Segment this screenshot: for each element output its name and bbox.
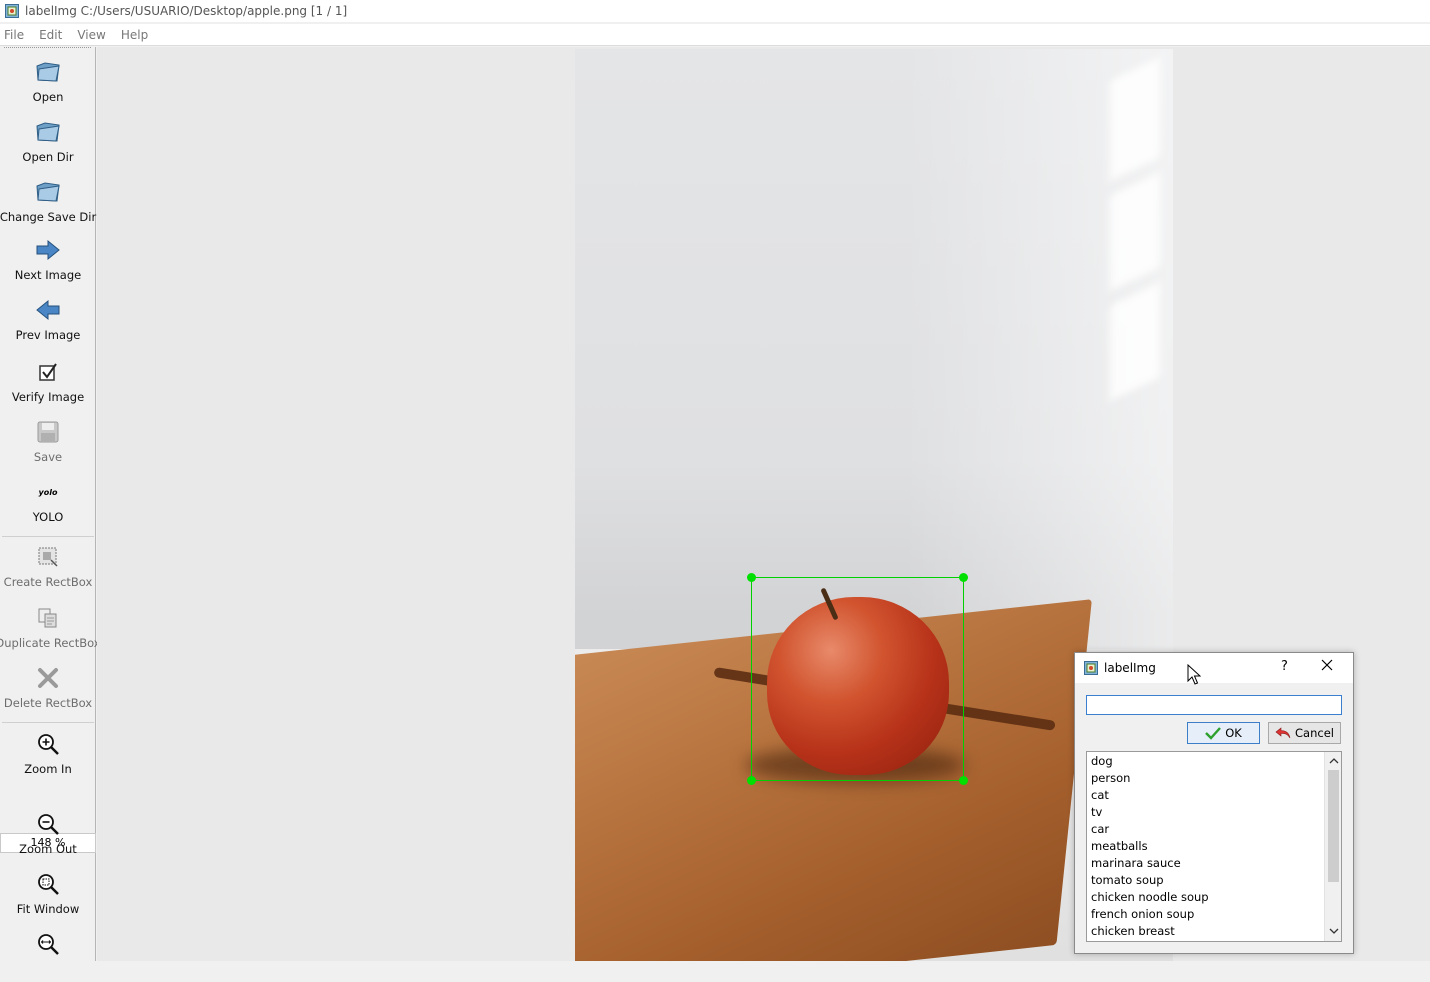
list-item[interactable]: dog <box>1087 753 1341 770</box>
duplicate-rectbox-label: Duplicate RectBox <box>0 636 101 650</box>
delete-rectbox-button[interactable]: Delete RectBox <box>0 656 96 716</box>
open-dir-button[interactable]: Open Dir <box>0 110 96 170</box>
yolo-button[interactable]: yolo YOLO <box>0 470 96 530</box>
zoom-in-icon <box>34 730 62 758</box>
list-item[interactable]: cat <box>1087 787 1341 804</box>
yolo-icon: yolo <box>34 478 62 506</box>
fit-window-button[interactable]: Fit Window <box>0 862 96 922</box>
zoom-out-button[interactable]: Zoom Out <box>0 802 96 862</box>
toolbar-grip[interactable] <box>4 47 91 48</box>
label-list[interactable]: dog person cat tv car meatballs marinara… <box>1086 751 1342 942</box>
verify-image-button[interactable]: Verify Image <box>0 350 96 410</box>
help-button[interactable]: ? <box>1281 659 1288 674</box>
bbox-handle-bottom-right[interactable] <box>959 776 968 785</box>
dialog-title: labelImg <box>1104 661 1156 675</box>
change-save-dir-label: Change Save Dir <box>0 210 97 224</box>
cancel-label: Cancel <box>1295 726 1334 740</box>
checkbox-icon <box>34 358 62 386</box>
bbox-handle-top-left[interactable] <box>747 573 756 582</box>
folder-open-icon <box>34 178 62 206</box>
bbox-handle-bottom-left[interactable] <box>747 776 756 785</box>
fit-width-icon <box>34 930 62 958</box>
left-toolbar: Open Open Dir Change Save Dir Next Image… <box>0 47 101 961</box>
list-item[interactable]: person <box>1087 770 1341 787</box>
create-rectbox-label: Create RectBox <box>3 575 93 589</box>
list-item[interactable]: chicken breast <box>1087 923 1341 940</box>
fit-width-button[interactable] <box>0 922 96 982</box>
prev-image-button[interactable]: Prev Image <box>0 288 96 348</box>
floppy-disk-icon <box>34 418 62 446</box>
undo-arrow-icon <box>1275 727 1291 739</box>
fit-window-label: Fit Window <box>16 902 80 916</box>
wall-light <box>575 49 1173 669</box>
title-bar: labelImg C:/Users/USUARIO/Desktop/apple.… <box>0 0 1430 22</box>
next-image-label: Next Image <box>14 268 82 282</box>
prev-image-label: Prev Image <box>15 328 81 342</box>
zoom-in-button[interactable]: Zoom In <box>0 722 96 782</box>
label-dialog: labelImg ? OK Cancel dog person cat tv c… <box>1074 652 1354 954</box>
zoom-in-label: Zoom In <box>24 762 72 776</box>
open-dir-label: Open Dir <box>22 150 74 164</box>
duplicate-rectbox-button[interactable]: Duplicate RectBox <box>0 596 101 656</box>
list-item[interactable]: car <box>1087 821 1341 838</box>
checkmark-icon <box>1205 727 1222 740</box>
zoom-out-icon <box>34 810 62 838</box>
next-image-button[interactable]: Next Image <box>0 228 96 288</box>
list-item[interactable]: meatballs <box>1087 838 1341 855</box>
arrow-left-icon <box>34 296 62 324</box>
menu-help[interactable]: Help <box>116 28 154 42</box>
yolo-label: YOLO <box>32 510 64 524</box>
copy-icon <box>34 604 62 632</box>
create-rectbox-icon <box>34 543 62 571</box>
list-scrollbar[interactable] <box>1324 752 1341 941</box>
list-item[interactable]: marinara sauce <box>1087 855 1341 872</box>
menu-view[interactable]: View <box>72 28 111 42</box>
verify-image-label: Verify Image <box>11 390 85 404</box>
folder-open-icon <box>34 118 62 146</box>
menu-bar: File Edit View Help <box>0 24 1430 46</box>
list-item[interactable]: chicken noodle soup <box>1087 889 1341 906</box>
save-button[interactable]: Save <box>0 410 96 470</box>
dialog-title-bar[interactable]: labelImg ? <box>1075 653 1353 683</box>
scrollbar-thumb[interactable] <box>1328 770 1339 882</box>
change-save-dir-button[interactable]: Change Save Dir <box>0 170 96 230</box>
yolo-icon-text: yolo <box>38 487 58 497</box>
fit-window-icon <box>34 870 62 898</box>
bounding-box[interactable] <box>747 573 968 785</box>
labelimg-icon <box>1084 661 1098 675</box>
menu-file[interactable]: File <box>0 28 30 42</box>
ok-label: OK <box>1225 726 1242 740</box>
open-label: Open <box>32 90 64 104</box>
bbox-handle-top-right[interactable] <box>959 573 968 582</box>
chevron-down-icon[interactable] <box>1329 926 1339 936</box>
open-button[interactable]: Open <box>0 50 96 110</box>
labelimg-icon <box>5 4 19 18</box>
ok-button[interactable]: OK <box>1187 722 1260 744</box>
delete-x-icon <box>34 664 62 692</box>
create-rectbox-button[interactable]: Create RectBox <box>0 535 96 595</box>
window-title: labelImg C:/Users/USUARIO/Desktop/apple.… <box>25 4 348 18</box>
close-icon <box>1321 659 1333 671</box>
close-button[interactable] <box>1321 656 1333 676</box>
cancel-button[interactable]: Cancel <box>1268 722 1341 744</box>
zoom-out-label: Zoom Out <box>19 842 77 856</box>
list-item[interactable]: tv <box>1087 804 1341 821</box>
delete-rectbox-label: Delete RectBox <box>3 696 93 710</box>
save-label: Save <box>33 450 63 464</box>
mouse-cursor-icon <box>1187 664 1201 685</box>
label-input[interactable] <box>1086 695 1342 715</box>
list-item[interactable]: tomato soup <box>1087 872 1341 889</box>
folder-open-icon <box>34 58 62 86</box>
arrow-right-icon <box>34 236 62 264</box>
menu-edit[interactable]: Edit <box>34 28 68 42</box>
chevron-up-icon[interactable] <box>1329 756 1339 766</box>
list-item[interactable]: french onion soup <box>1087 906 1341 923</box>
